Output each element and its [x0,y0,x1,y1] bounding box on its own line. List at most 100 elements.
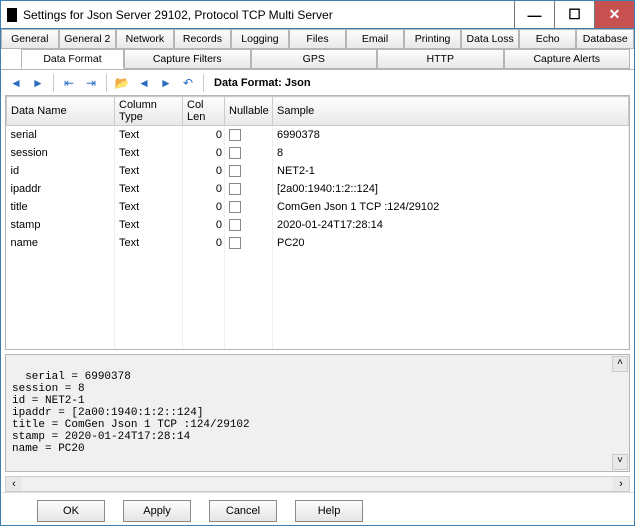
checkbox-icon[interactable] [229,147,241,159]
cell-len[interactable]: 0 [183,126,225,144]
cell-name[interactable]: title [7,198,115,216]
checkbox-icon[interactable] [229,183,241,195]
table-row[interactable]: ipaddrText0 [2a00:1940:1:2::124] [7,180,629,198]
cell-sample[interactable]: NET2-1 [273,162,629,180]
help-button[interactable]: Help [295,500,363,522]
col-sample[interactable]: Sample [273,97,629,126]
cell-len[interactable]: 0 [183,144,225,162]
arrow-left2-icon[interactable]: ◄ [135,74,153,92]
indent-left-icon[interactable]: ⇤ [60,74,78,92]
horizontal-scrollbar[interactable]: ‹ › [5,476,630,492]
col-column-type[interactable]: Column Type [115,97,183,126]
checkbox-icon[interactable] [229,165,241,177]
tab-records[interactable]: Records [174,29,232,48]
cell-sample[interactable]: ComGen Json 1 TCP :124/29102 [273,198,629,216]
col-nullable[interactable]: Nullable [225,97,273,126]
cell-len[interactable]: 0 [183,180,225,198]
cell-len[interactable]: 0 [183,234,225,252]
cell-len[interactable]: 0 [183,162,225,180]
cell-name[interactable]: ipaddr [7,180,115,198]
cell-nullable[interactable] [225,180,273,198]
checkbox-icon[interactable] [229,129,241,141]
table-row[interactable] [7,270,629,288]
table-row[interactable]: serialText0 6990378 [7,126,629,144]
cell-type[interactable]: Text [115,162,183,180]
arrow-right2-icon[interactable]: ► [157,74,175,92]
minimize-button[interactable]: — [514,1,554,28]
tab-http[interactable]: HTTP [377,49,504,69]
tab-data-loss[interactable]: Data Loss [461,29,519,48]
scroll-left-icon[interactable]: ‹ [6,477,22,491]
table-row[interactable]: stampText0 2020-01-24T17:28:14 [7,216,629,234]
scroll-up-icon[interactable]: ˄ [612,356,628,372]
table-row[interactable] [7,288,629,306]
tab-logging[interactable]: Logging [231,29,289,48]
cell-sample[interactable]: PC20 [273,234,629,252]
table-row[interactable]: nameText0 PC20 [7,234,629,252]
col-col-len[interactable]: Col Len [183,97,225,126]
cell-nullable[interactable] [225,198,273,216]
cell-name[interactable]: serial [7,126,115,144]
tab-gps[interactable]: GPS [251,49,378,69]
undo-icon[interactable]: ↶ [179,74,197,92]
tab-general2[interactable]: General 2 [59,29,117,48]
tab-printing[interactable]: Printing [404,29,462,48]
cell-name[interactable]: session [7,144,115,162]
data-grid[interactable]: Data Name Column Type Col Len Nullable S… [5,95,630,350]
tabs-primary: General General 2 Network Options Record… [1,29,634,49]
cell-type[interactable]: Text [115,126,183,144]
cell-nullable[interactable] [225,126,273,144]
cell-nullable[interactable] [225,144,273,162]
checkbox-icon[interactable] [229,219,241,231]
tab-data-format[interactable]: Data Format [21,49,124,69]
close-button[interactable]: ✕ [594,1,634,28]
cell-type[interactable]: Text [115,144,183,162]
cell-name[interactable]: name [7,234,115,252]
cell-sample[interactable]: [2a00:1940:1:2::124] [273,180,629,198]
cell-len[interactable]: 0 [183,216,225,234]
tab-capture-alerts[interactable]: Capture Alerts [504,49,631,69]
cell-sample[interactable]: 8 [273,144,629,162]
arrow-left-icon[interactable]: ◄ [7,74,25,92]
table-row[interactable] [7,306,629,324]
checkbox-icon[interactable] [229,237,241,249]
cell-nullable[interactable] [225,162,273,180]
cell-type[interactable]: Text [115,234,183,252]
tab-capture-filters[interactable]: Capture Filters [124,49,251,69]
cell-sample[interactable]: 2020-01-24T17:28:14 [273,216,629,234]
table-row[interactable] [7,252,629,270]
arrow-right-icon[interactable]: ► [29,74,47,92]
tab-email[interactable]: Email [346,29,404,48]
cell-name[interactable]: id [7,162,115,180]
cell-type[interactable]: Text [115,198,183,216]
folder-open-icon[interactable]: 📂 [113,74,131,92]
cell-sample[interactable]: 6990378 [273,126,629,144]
cell-name[interactable]: stamp [7,216,115,234]
scroll-down-icon[interactable]: ˅ [612,454,628,470]
col-data-name[interactable]: Data Name [7,97,115,126]
tab-echo[interactable]: Echo [519,29,577,48]
cell-nullable[interactable] [225,234,273,252]
titlebar: Settings for Json Server 29102, Protocol… [1,1,634,29]
tab-network-options[interactable]: Network Options [116,29,174,48]
table-row[interactable]: idText0 NET2-1 [7,162,629,180]
grid-header-row: Data Name Column Type Col Len Nullable S… [7,97,629,126]
cell-type[interactable]: Text [115,180,183,198]
table-row[interactable] [7,342,629,351]
tab-database[interactable]: Database [576,29,634,48]
tab-general[interactable]: General [1,29,59,48]
tab-files[interactable]: Files [289,29,347,48]
table-row[interactable] [7,324,629,342]
ok-button[interactable]: OK [37,500,105,522]
cell-len[interactable]: 0 [183,198,225,216]
checkbox-icon[interactable] [229,201,241,213]
maximize-button[interactable]: ☐ [554,1,594,28]
table-row[interactable]: sessionText0 8 [7,144,629,162]
cell-type[interactable]: Text [115,216,183,234]
apply-button[interactable]: Apply [123,500,191,522]
scroll-right-icon[interactable]: › [613,477,629,491]
cell-nullable[interactable] [225,216,273,234]
indent-right-icon[interactable]: ⇥ [82,74,100,92]
table-row[interactable]: titleText0 ComGen Json 1 TCP :124/29102 [7,198,629,216]
cancel-button[interactable]: Cancel [209,500,277,522]
